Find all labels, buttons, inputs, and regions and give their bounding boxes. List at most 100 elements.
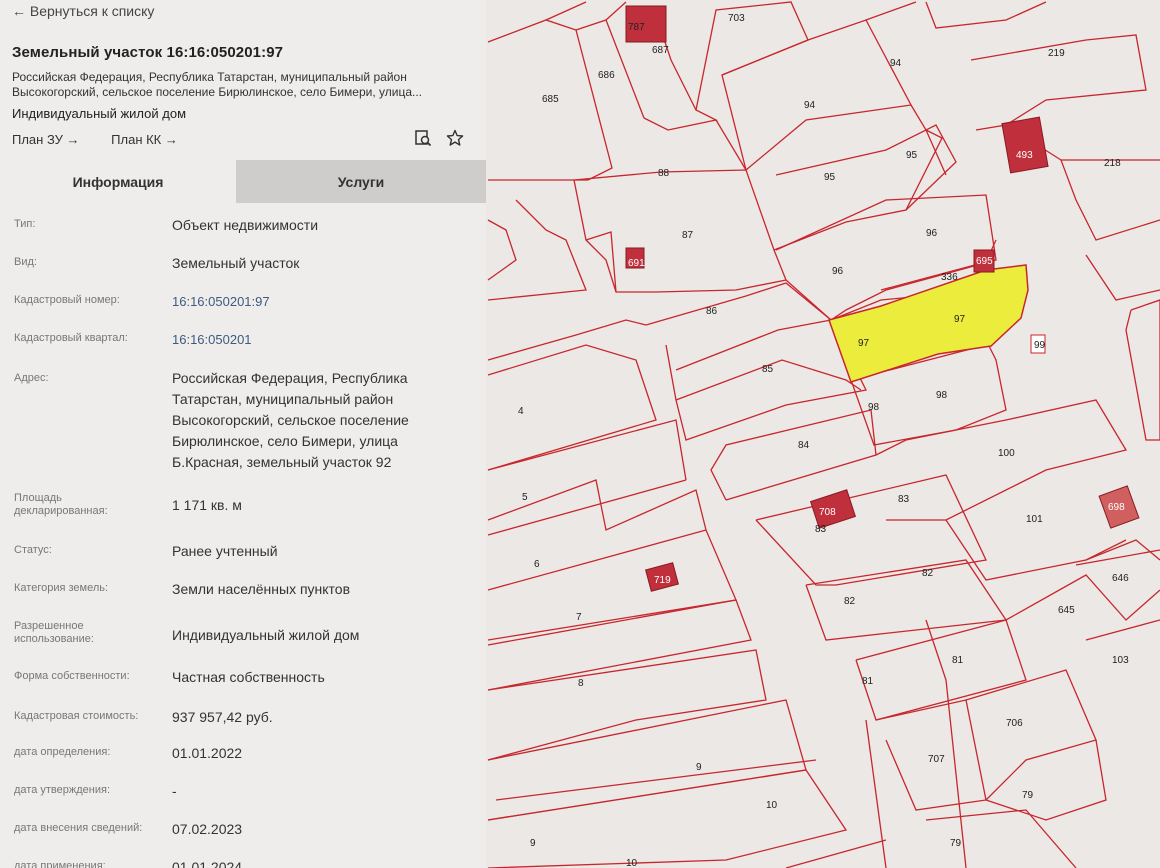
back-to-list-link[interactable]: ← Вернуться к списку <box>12 3 154 19</box>
field-label: Категория земель: <box>14 582 109 594</box>
map-label: 94 <box>804 100 816 111</box>
field-value: 1 171 кв. м <box>172 497 242 513</box>
usage-summary: Индивидуальный жилой дом <box>12 106 187 121</box>
map-label: 708 <box>819 507 836 518</box>
map-label: 695 <box>976 256 993 267</box>
map-label: 86 <box>706 306 718 317</box>
map-label: 787 <box>628 22 645 33</box>
cadastral-map[interactable]: 787 703 687 686 685 94 219 94 95 95 88 4… <box>486 0 1160 868</box>
map-label: 8 <box>578 678 584 689</box>
address-summary: Российская Федерация, Республика Татарст… <box>12 70 423 99</box>
map-label: 81 <box>862 676 874 687</box>
map-label: 646 <box>1112 573 1129 584</box>
map-label: 100 <box>998 448 1015 459</box>
plan-links: План ЗУ → План КК → <box>12 132 206 147</box>
map-label: 686 <box>598 70 615 81</box>
field-value: Индивидуальный жилой дом <box>172 627 360 643</box>
parcel-map-canvas[interactable]: 787 703 687 686 685 94 219 94 95 95 88 4… <box>486 0 1160 868</box>
map-label: 87 <box>682 230 694 241</box>
info-panel: ← Вернуться к списку Земельный участок 1… <box>0 0 486 868</box>
field-value: Частная собственность <box>172 669 325 685</box>
map-label: 95 <box>824 172 836 183</box>
map-label: 82 <box>844 596 856 607</box>
map-label: 336 <box>941 272 958 283</box>
map-label: 9 <box>530 838 536 849</box>
map-label: 96 <box>832 266 844 277</box>
field-value: 07.02.2023 <box>172 821 243 837</box>
map-label: 493 <box>1016 150 1033 161</box>
field-label: Кадастровый квартал: <box>14 332 128 344</box>
field-value: 01.01.2022 <box>172 745 243 761</box>
map-label: 81 <box>952 655 964 666</box>
map-label: 97 <box>954 314 966 325</box>
tab-bar: Информация Услуги <box>0 160 486 203</box>
map-label: 83 <box>815 524 827 535</box>
map-label: 97 <box>858 338 870 349</box>
field-label: дата внесения сведений: <box>14 822 143 834</box>
map-label: 95 <box>906 150 918 161</box>
map-label: 103 <box>1112 655 1129 666</box>
plan-kk-link[interactable]: План КК → <box>111 132 178 147</box>
map-label: 4 <box>518 406 524 417</box>
tab-information[interactable]: Информация <box>0 160 236 203</box>
field-label: дата определения: <box>14 746 111 758</box>
map-label: 218 <box>1104 158 1121 169</box>
map-label: 99 <box>1034 340 1046 351</box>
map-label: 5 <box>522 492 528 503</box>
field-label: дата утверждения: <box>14 784 111 796</box>
search-doc-icon[interactable] <box>414 129 432 147</box>
field-value: Земельный участок <box>172 255 300 271</box>
building[interactable] <box>1001 116 1049 174</box>
field-label: Площадь декларированная: <box>14 492 108 517</box>
map-label: 96 <box>926 228 938 239</box>
map-label: 706 <box>1006 718 1023 729</box>
map-label: 645 <box>1058 605 1075 616</box>
field-label: Форма собственности: <box>14 670 130 682</box>
map-label: 703 <box>728 13 745 24</box>
field-label: Адрес: <box>14 372 49 384</box>
field-label: дата применения: <box>14 860 106 868</box>
field-value: Земли населённых пунктов <box>172 581 351 597</box>
map-label: 10 <box>766 800 778 811</box>
map-label: 98 <box>868 402 880 413</box>
map-label: 698 <box>1108 502 1125 513</box>
map-label: 83 <box>898 494 910 505</box>
field-label: Вид: <box>14 256 37 268</box>
field-label: Статус: <box>14 544 52 556</box>
field-value: Ранее учтенный <box>172 543 278 559</box>
buildings <box>625 5 1140 592</box>
map-label: 79 <box>1022 790 1034 801</box>
selected-parcel-97[interactable] <box>828 264 1029 383</box>
map-label: 84 <box>798 440 810 451</box>
cadastral-number-link[interactable]: 16:16:050201:97 <box>172 292 462 311</box>
map-label: 9 <box>696 762 702 773</box>
field-value: Объект недвижимости <box>172 217 319 233</box>
map-label: 101 <box>1026 514 1043 525</box>
parcel-boundaries <box>487 1 1160 868</box>
page-title: Земельный участок 16:16:050201:97 <box>12 44 284 61</box>
map-label: 707 <box>928 754 945 765</box>
map-label: 79 <box>950 838 962 849</box>
tool-icons <box>414 129 464 147</box>
plan-zu-link[interactable]: План ЗУ → <box>12 132 80 147</box>
map-label: 82 <box>922 568 934 579</box>
star-icon[interactable] <box>446 129 464 147</box>
map-label: 687 <box>652 45 669 56</box>
map-label: 719 <box>654 575 671 586</box>
tab-services[interactable]: Услуги <box>236 160 486 203</box>
map-label: 85 <box>762 364 774 375</box>
cadastral-quarter-link[interactable]: 16:16:050201 <box>172 330 462 349</box>
map-label: 98 <box>936 390 948 401</box>
map-label: 94 <box>890 58 902 69</box>
map-label: 219 <box>1048 48 1065 59</box>
field-value: 937 957,42 руб. <box>172 709 273 725</box>
field-label: Тип: <box>14 218 36 230</box>
field-value: - <box>172 783 177 799</box>
map-label: 691 <box>628 258 645 269</box>
map-label: 7 <box>576 612 582 623</box>
field-label: Кадастровый номер: <box>14 294 120 306</box>
field-label: Кадастровая стоимость: <box>14 710 139 722</box>
map-label: 10 <box>626 858 638 868</box>
map-label: 6 <box>534 559 540 570</box>
map-label: 88 <box>658 168 670 179</box>
